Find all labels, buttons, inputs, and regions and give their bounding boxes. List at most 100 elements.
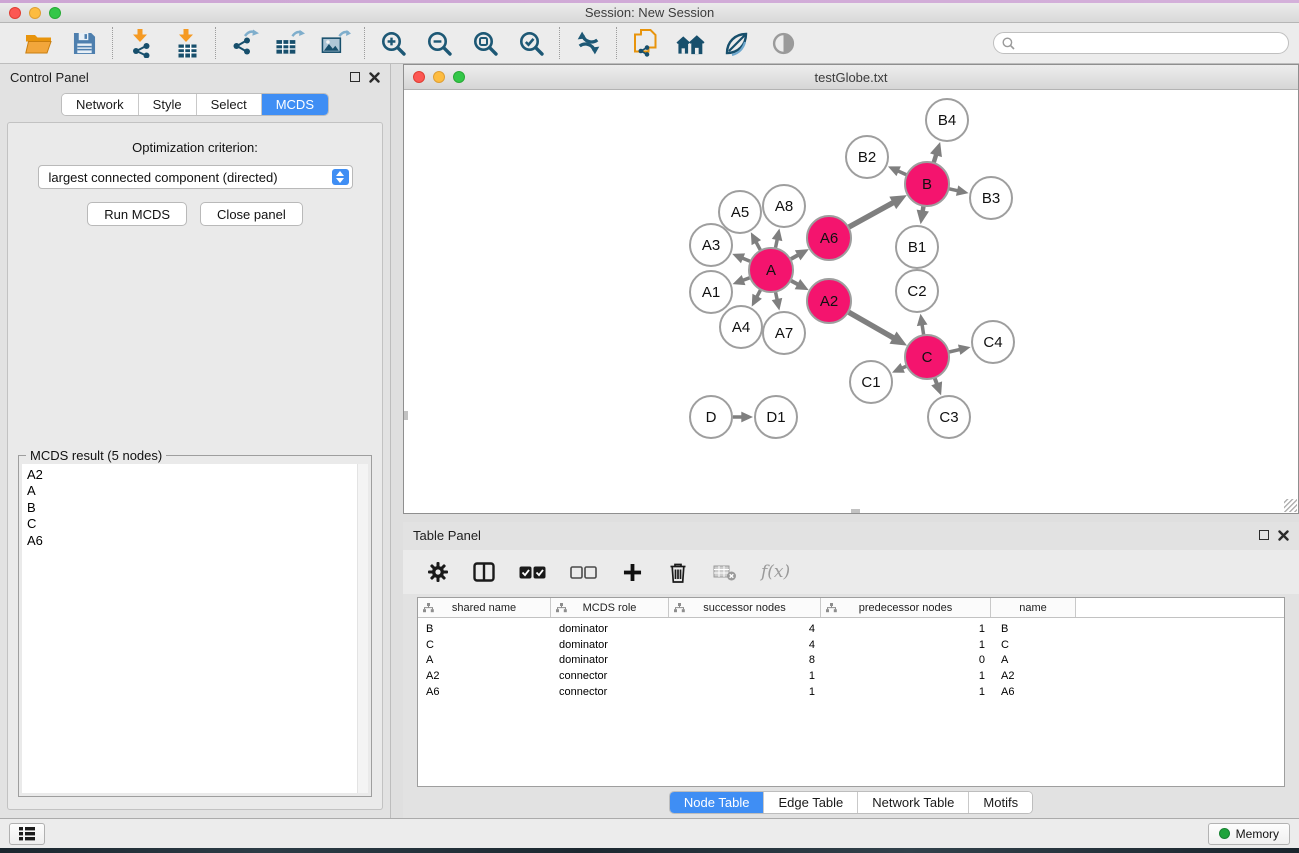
result-item[interactable]: A2 <box>27 467 354 483</box>
table-cell[interactable]: A2 <box>418 670 551 682</box>
minimize-window-button[interactable] <box>29 7 41 19</box>
function-builder-icon[interactable]: f(x) <box>761 559 790 585</box>
graph-node-C1[interactable]: C1 <box>850 361 892 403</box>
frame-resize-handle-bottom[interactable] <box>851 509 860 513</box>
graph-edge-A2-C[interactable] <box>848 312 907 346</box>
table-cell[interactable]: A2 <box>991 670 1076 682</box>
table-cell[interactable]: C <box>418 639 551 651</box>
graph-node-B[interactable]: B <box>905 162 949 206</box>
table-cell[interactable]: B <box>418 623 551 635</box>
result-item[interactable]: A <box>27 483 354 499</box>
graph-edge-B-B3[interactable] <box>948 185 968 196</box>
import-network-icon[interactable] <box>126 28 156 58</box>
graph-node-A2[interactable]: A2 <box>807 279 851 323</box>
table-cell[interactable]: 1 <box>669 670 821 682</box>
float-panel-icon[interactable] <box>1259 530 1269 540</box>
graph-edge-A-A2[interactable] <box>790 279 808 290</box>
maximize-frame-button[interactable] <box>453 71 465 83</box>
graph-node-B3[interactable]: B3 <box>970 177 1012 219</box>
table-cell[interactable]: A6 <box>991 686 1076 698</box>
graph-edge-B-B2[interactable] <box>888 166 907 176</box>
table-row[interactable]: A6connector11A6 <box>418 684 1284 700</box>
import-table-icon[interactable] <box>172 28 202 58</box>
graph-node-A5[interactable]: A5 <box>719 191 761 233</box>
frame-resize-grip[interactable] <box>1284 499 1297 512</box>
close-panel-icon[interactable] <box>369 72 380 83</box>
graph-edge-C-C3[interactable] <box>931 378 942 396</box>
hide-graphics-details-icon[interactable] <box>722 28 752 58</box>
run-mcds-button[interactable]: Run MCDS <box>87 202 187 226</box>
result-scrollbar[interactable] <box>357 464 368 793</box>
graph-edge-B-B1[interactable] <box>917 206 929 225</box>
column-header-predecessor-nodes[interactable]: predecessor nodes <box>821 598 991 617</box>
graph-edge-A-A7[interactable] <box>772 292 783 311</box>
graph-edge-A-A3[interactable] <box>732 253 750 263</box>
graph-node-A3[interactable]: A3 <box>690 224 732 266</box>
table-cell[interactable]: A <box>991 654 1076 666</box>
table-cell[interactable]: 1 <box>821 670 991 682</box>
tab-motifs[interactable]: Motifs <box>969 792 1032 813</box>
task-history-button[interactable] <box>9 823 45 845</box>
tab-style[interactable]: Style <box>139 94 197 115</box>
graph-edge-A-A8[interactable] <box>772 229 783 249</box>
export-network-icon[interactable] <box>229 28 259 58</box>
table-cell[interactable]: A6 <box>418 686 551 698</box>
graph-node-B1[interactable]: B1 <box>896 226 938 268</box>
graph-node-C4[interactable]: C4 <box>972 321 1014 363</box>
table-cell[interactable]: 4 <box>669 639 821 651</box>
tab-edge-table[interactable]: Edge Table <box>764 792 858 813</box>
table-cell[interactable]: 1 <box>669 686 821 698</box>
table-cell[interactable]: 1 <box>821 686 991 698</box>
table-cell[interactable]: dominator <box>551 623 669 635</box>
graph-edge-C-C2[interactable] <box>917 314 928 336</box>
table-cell[interactable]: 1 <box>821 639 991 651</box>
graph-node-B4[interactable]: B4 <box>926 99 968 141</box>
close-panel-icon[interactable] <box>1278 530 1289 541</box>
memory-button[interactable]: Memory <box>1208 823 1290 845</box>
graph-node-A6[interactable]: A6 <box>807 216 851 260</box>
graph-node-A7[interactable]: A7 <box>763 312 805 354</box>
column-header-shared-name[interactable]: shared name <box>418 598 551 617</box>
graph-node-A4[interactable]: A4 <box>720 306 762 348</box>
show-graphics-details-icon[interactable] <box>768 28 798 58</box>
table-cell[interactable]: 1 <box>821 623 991 635</box>
table-options-icon[interactable] <box>427 559 449 585</box>
close-window-button[interactable] <box>9 7 21 19</box>
table-cell[interactable]: 8 <box>669 654 821 666</box>
table-cell[interactable]: connector <box>551 670 669 682</box>
refresh-icon[interactable] <box>573 28 603 58</box>
table-row[interactable]: Cdominator41C <box>418 637 1284 653</box>
table-cell[interactable]: B <box>991 623 1076 635</box>
zoom-fit-icon[interactable] <box>470 28 500 58</box>
graph-node-D[interactable]: D <box>690 396 732 438</box>
graph-node-D1[interactable]: D1 <box>755 396 797 438</box>
create-column-icon[interactable] <box>621 559 643 585</box>
zoom-window-button[interactable] <box>49 7 61 19</box>
float-panel-icon[interactable] <box>350 72 360 82</box>
frame-resize-handle-left[interactable] <box>404 411 408 420</box>
zoom-out-icon[interactable] <box>424 28 454 58</box>
graph-edge-A-A1[interactable] <box>733 275 751 285</box>
table-cell[interactable]: 0 <box>821 654 991 666</box>
export-image-icon[interactable] <box>321 28 351 58</box>
graph-edge-D-D1[interactable] <box>733 412 753 423</box>
search-box[interactable] <box>993 32 1289 54</box>
delete-columns-icon[interactable] <box>667 559 689 585</box>
zoom-selected-icon[interactable] <box>516 28 546 58</box>
home-view-icon[interactable] <box>676 28 706 58</box>
delete-table-icon[interactable] <box>713 559 737 585</box>
table-row[interactable]: Bdominator41B <box>418 621 1284 637</box>
table-row[interactable]: A2connector11A2 <box>418 668 1284 684</box>
select-all-columns-icon[interactable] <box>519 559 546 585</box>
graph-edge-A6-B[interactable] <box>848 195 907 227</box>
tab-mcds[interactable]: MCDS <box>262 94 328 115</box>
tab-node-table[interactable]: Node Table <box>670 792 765 813</box>
close-panel-button[interactable]: Close panel <box>200 202 303 226</box>
graph-edge-C-C4[interactable] <box>948 344 970 354</box>
graph-edge-A-A6[interactable] <box>790 249 809 260</box>
minimize-frame-button[interactable] <box>433 71 445 83</box>
table-row[interactable]: Adominator80A <box>418 653 1284 669</box>
graph-node-A[interactable]: A <box>749 248 793 292</box>
graph-node-C3[interactable]: C3 <box>928 396 970 438</box>
column-header-mcds-role[interactable]: MCDS role <box>551 598 669 617</box>
